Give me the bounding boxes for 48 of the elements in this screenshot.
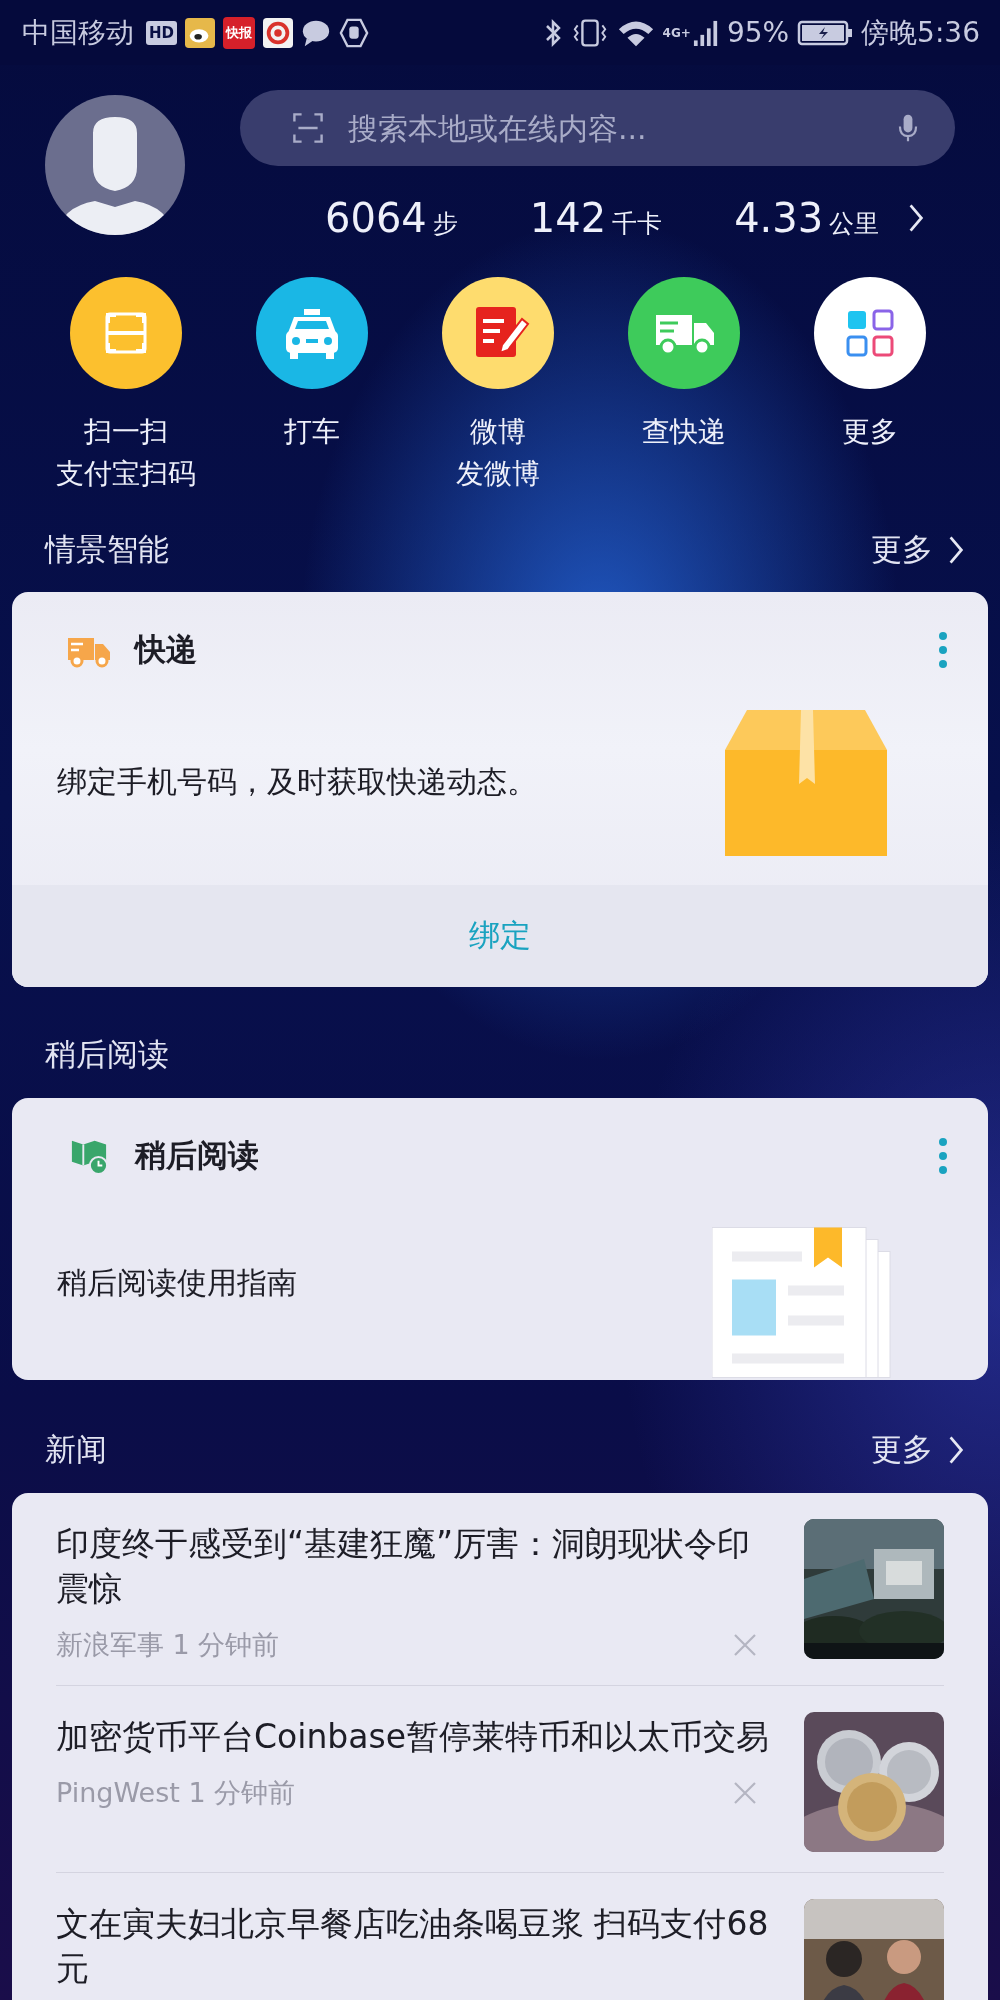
news-headline[interactable]: 印度终于感受到“基建狂魔”厉害：洞朗现状令印震惊 xyxy=(56,1521,775,1611)
hd-badge: HD xyxy=(146,20,177,45)
section-title: 新闻 xyxy=(45,1430,107,1469)
card-text: 稍后阅读使用指南 xyxy=(57,1263,297,1302)
section-title: 稍后阅读 xyxy=(45,1035,169,1074)
shortcut-label[interactable]: 更多 xyxy=(842,411,898,453)
search-bar[interactable]: 搜索本地或在线内容... xyxy=(240,90,955,166)
app-notification-icon xyxy=(185,17,215,48)
shortcut-sublabel[interactable]: 支付宝扫码 xyxy=(56,453,196,495)
hand-icon xyxy=(339,17,369,48)
app-notification-icon xyxy=(263,17,293,48)
truck-icon[interactable] xyxy=(628,277,740,389)
section-title: 情景智能 xyxy=(45,530,169,569)
carrier-name: 中国移动 xyxy=(22,14,134,51)
more-link[interactable]: 更多 xyxy=(871,529,965,571)
stat-value: 142 xyxy=(529,195,607,241)
shortcut-label[interactable]: 微博 xyxy=(470,411,526,453)
scan-icon[interactable] xyxy=(70,277,182,389)
chevron-right-icon[interactable] xyxy=(947,1434,965,1466)
news-source-time: 新浪军事 1 分钟前 xyxy=(56,1628,280,1662)
battery-percent: 95% xyxy=(726,16,790,49)
stat-unit: 步 xyxy=(432,208,458,240)
chevron-right-icon[interactable] xyxy=(947,534,965,566)
stat-value: 4.33 xyxy=(734,195,824,241)
shortcut-label[interactable]: 打车 xyxy=(284,411,340,453)
app-notification-icon: 快报 xyxy=(223,16,255,49)
network-type: 4G+ xyxy=(662,25,691,40)
stat-value: 6064 xyxy=(325,195,427,241)
note-pen-icon[interactable] xyxy=(442,277,554,389)
battery-icon xyxy=(797,18,854,47)
stat-unit: 千卡 xyxy=(612,208,663,240)
app-grid-icon[interactable] xyxy=(814,277,926,389)
stat-unit: 公里 xyxy=(829,208,880,240)
card-title: 快递 xyxy=(135,630,198,669)
news-headline[interactable]: 加密货币平台Coinbase暂停莱特币和以太币交易 xyxy=(56,1714,775,1759)
shortcut-label[interactable]: 扫一扫 xyxy=(84,411,168,453)
more-link[interactable]: 更多 xyxy=(871,1429,965,1471)
card-title: 稍后阅读 xyxy=(135,1136,260,1175)
clock-time: 傍晚5:36 xyxy=(861,14,980,51)
more-options-icon[interactable] xyxy=(938,630,948,670)
taxi-icon[interactable] xyxy=(256,277,368,389)
shortcut-sublabel[interactable]: 发微博 xyxy=(456,453,540,495)
news-source-time: PingWest 1 分钟前 xyxy=(56,1776,296,1810)
shortcut-label[interactable]: 查快递 xyxy=(642,411,726,453)
news-headline[interactable]: 文在寅夫妇北京早餐店吃油条喝豆浆 扫码支付68元 xyxy=(56,1901,775,1991)
search-input[interactable]: 搜索本地或在线内容... xyxy=(346,109,897,147)
chevron-right-icon[interactable] xyxy=(907,202,926,234)
card-text: 绑定手机号码，及时获取快递动态。 xyxy=(57,763,537,801)
